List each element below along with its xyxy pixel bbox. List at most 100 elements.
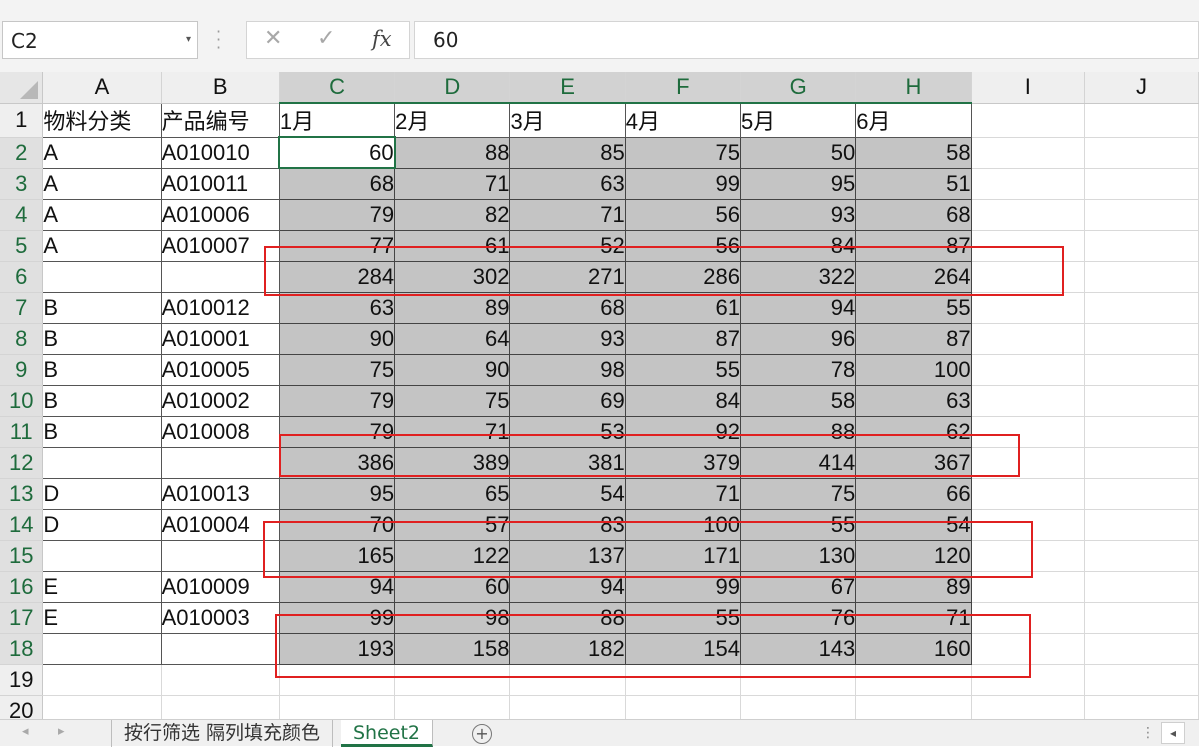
value-cell[interactable]: 79 <box>279 416 396 448</box>
value-cell[interactable]: 56 <box>625 199 742 231</box>
value-cell[interactable]: 98 <box>509 354 626 386</box>
empty-cell[interactable] <box>1084 509 1199 541</box>
value-cell[interactable]: 389 <box>394 447 511 479</box>
product-code-cell[interactable]: A010005 <box>161 354 280 386</box>
row-header[interactable]: 5 <box>0 230 44 262</box>
category-cell[interactable]: B <box>42 354 162 386</box>
value-cell[interactable]: 88 <box>509 602 626 634</box>
product-code-cell[interactable]: A010002 <box>161 385 280 417</box>
column-header-f[interactable]: F <box>625 72 742 104</box>
value-cell[interactable]: 381 <box>509 447 626 479</box>
value-cell[interactable]: 87 <box>855 323 972 355</box>
product-code-cell[interactable]: A010003 <box>161 602 280 634</box>
column-header-g[interactable]: G <box>740 72 857 104</box>
empty-cell[interactable] <box>1084 602 1199 634</box>
empty-cell[interactable] <box>279 695 396 719</box>
product-code-cell[interactable]: A010004 <box>161 509 280 541</box>
value-cell[interactable]: 63 <box>509 168 626 200</box>
column-header-i[interactable]: I <box>971 72 1086 104</box>
category-cell[interactable]: E <box>42 571 162 603</box>
row-header[interactable]: 20 <box>0 695 44 719</box>
value-cell[interactable]: 76 <box>740 602 857 634</box>
product-code-cell[interactable]: A010009 <box>161 571 280 603</box>
value-cell[interactable]: 87 <box>855 230 972 262</box>
value-cell[interactable]: 92 <box>625 416 742 448</box>
category-cell[interactable]: A <box>42 168 162 200</box>
empty-cell[interactable] <box>971 571 1086 603</box>
value-cell[interactable]: 95 <box>740 168 857 200</box>
value-cell[interactable]: 75 <box>740 478 857 510</box>
product-code-cell[interactable]: A010007 <box>161 230 280 262</box>
value-cell[interactable]: 182 <box>509 633 626 665</box>
category-cell[interactable]: A <box>42 230 162 262</box>
empty-cell[interactable] <box>971 168 1086 200</box>
row-header[interactable]: 11 <box>0 416 44 448</box>
empty-cell[interactable] <box>971 602 1086 634</box>
empty-cell[interactable] <box>855 664 972 696</box>
empty-cell[interactable] <box>1084 199 1199 231</box>
worksheet-grid[interactable]: A B C D E F G H I J 1 物料分类 产品编号 1月 2月 3月 4月 5月 6月 2 A A010010… <box>0 72 1199 719</box>
row-header[interactable]: 3 <box>0 168 44 200</box>
empty-cell[interactable] <box>161 695 280 719</box>
product-code-cell[interactable]: A010001 <box>161 323 280 355</box>
next-sheet-icon[interactable]: ▸ <box>58 724 65 739</box>
row-header[interactable]: 19 <box>0 664 44 696</box>
value-cell[interactable]: 54 <box>855 509 972 541</box>
category-cell[interactable]: D <box>42 509 162 541</box>
value-cell[interactable]: 70 <box>279 509 396 541</box>
product-code-cell[interactable] <box>161 633 280 665</box>
column-header-a[interactable]: A <box>42 72 162 104</box>
tab-sheet2[interactable]: Sheet2 <box>341 720 434 747</box>
value-cell[interactable]: 79 <box>279 385 396 417</box>
empty-cell[interactable] <box>971 633 1086 665</box>
column-header-j[interactable]: J <box>1084 72 1199 104</box>
value-cell[interactable]: 78 <box>740 354 857 386</box>
category-cell[interactable]: A <box>42 199 162 231</box>
product-code-cell[interactable] <box>161 540 280 572</box>
value-cell[interactable]: 61 <box>625 292 742 324</box>
value-cell[interactable]: 60 <box>394 571 511 603</box>
empty-cell[interactable] <box>1084 571 1199 603</box>
value-cell[interactable]: 55 <box>740 509 857 541</box>
value-cell[interactable]: 88 <box>394 137 511 169</box>
category-cell[interactable]: B <box>42 416 162 448</box>
value-cell[interactable]: 302 <box>394 261 511 293</box>
value-cell[interactable]: 57 <box>394 509 511 541</box>
empty-cell[interactable] <box>42 695 162 719</box>
value-cell[interactable]: 71 <box>394 168 511 200</box>
value-cell[interactable]: 90 <box>394 354 511 386</box>
value-cell[interactable]: 51 <box>855 168 972 200</box>
value-cell[interactable]: 82 <box>394 199 511 231</box>
value-cell[interactable]: 99 <box>279 602 396 634</box>
value-cell[interactable]: 99 <box>625 168 742 200</box>
insert-function-icon[interactable]: fx <box>372 27 392 51</box>
empty-cell[interactable] <box>1084 230 1199 262</box>
cancel-icon[interactable]: ✕ <box>264 26 282 51</box>
value-cell[interactable]: 284 <box>279 261 396 293</box>
empty-cell[interactable] <box>855 695 972 719</box>
value-cell[interactable]: 69 <box>509 385 626 417</box>
value-cell[interactable]: 414 <box>740 447 857 479</box>
value-cell[interactable]: 137 <box>509 540 626 572</box>
column-header-c[interactable]: C <box>279 72 396 104</box>
enter-icon[interactable]: ✓ <box>317 26 335 51</box>
value-cell[interactable]: 286 <box>625 261 742 293</box>
value-cell[interactable]: 100 <box>625 509 742 541</box>
value-cell[interactable]: 66 <box>855 478 972 510</box>
value-cell[interactable]: 68 <box>279 168 396 200</box>
product-code-cell[interactable]: A010008 <box>161 416 280 448</box>
header-cell[interactable]: 6月 <box>855 103 972 138</box>
row-header[interactable]: 14 <box>0 509 44 541</box>
empty-cell[interactable] <box>971 447 1086 479</box>
empty-cell[interactable] <box>1084 261 1199 293</box>
value-cell[interactable]: 68 <box>855 199 972 231</box>
value-cell[interactable]: 386 <box>279 447 396 479</box>
empty-cell[interactable] <box>971 137 1086 169</box>
value-cell[interactable]: 122 <box>394 540 511 572</box>
empty-cell[interactable] <box>971 230 1086 262</box>
value-cell[interactable]: 93 <box>509 323 626 355</box>
value-cell[interactable]: 77 <box>279 230 396 262</box>
value-cell[interactable]: 63 <box>279 292 396 324</box>
value-cell[interactable]: 58 <box>855 137 972 169</box>
empty-cell[interactable] <box>1084 292 1199 324</box>
